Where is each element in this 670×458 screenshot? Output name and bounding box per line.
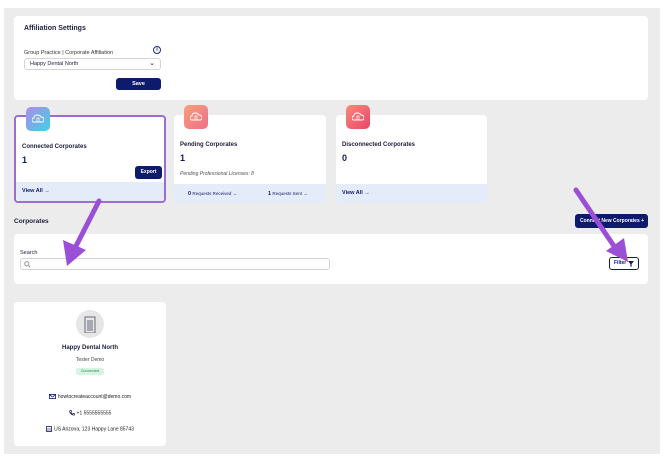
card-footer: 0 Requests Received → 1 Requests Sent →: [174, 184, 326, 203]
affiliation-select[interactable]: Happy Dental North ⌄: [24, 58, 161, 70]
envelope-icon: [48, 394, 56, 400]
building-icon: [84, 316, 96, 333]
card-footer: View All →: [16, 182, 164, 201]
card-count: 0: [342, 153, 348, 163]
pending-licenses-text: Pending Professional Licenses: 8: [180, 171, 254, 177]
affiliation-select-value: Happy Dental North: [30, 61, 79, 67]
requests-sent-count: 1: [268, 191, 272, 197]
card-count: 1: [180, 153, 186, 163]
connected-corporates-card[interactable]: Connected Corporates 1 Export View All →: [14, 107, 166, 203]
card-title: Pending Corporates: [180, 142, 238, 148]
save-button[interactable]: Save: [116, 78, 161, 90]
search-input[interactable]: [20, 258, 330, 270]
export-button[interactable]: Export: [135, 166, 162, 179]
phone-text: +1 5555555555: [76, 410, 112, 417]
corporates-heading: Corporates: [14, 218, 49, 225]
page-background: Affiliation Settings Group Practice | Co…: [4, 8, 660, 454]
requests-received-link[interactable]: 0 Requests Received →: [188, 191, 237, 197]
requests-received-label: Requests Received →: [192, 191, 238, 196]
disconnected-corporates-card: Disconnected Corporates 0 View All →: [336, 105, 487, 203]
email-text: howtocreateaccount@demo.com: [57, 394, 132, 400]
address-text: US Arizona, 123 Happy Lane 85743: [54, 426, 134, 433]
pending-corporates-card: Pending Corporates 1 Pending Professiona…: [174, 105, 326, 203]
view-all-link[interactable]: View All →: [22, 188, 50, 194]
info-icon[interactable]: i: [153, 46, 161, 54]
corporate-result-card[interactable]: Happy Dental North Tester Demo Connected…: [14, 302, 166, 446]
card-title: Disconnected Corporates: [342, 142, 416, 148]
filter-funnel-icon: [628, 261, 634, 267]
search-label: Search: [20, 250, 38, 256]
status-badge: Connected: [76, 368, 104, 375]
requests-received-count: 0: [188, 191, 192, 197]
affiliation-field-label: Group Practice | Corporate Affiliation: [24, 50, 114, 56]
building-cloud-icon: [184, 105, 208, 129]
building-cloud-icon: [26, 107, 50, 131]
address-line: US Arizona, 123 Happy Lane 85743: [14, 426, 166, 432]
building-cloud-icon: [346, 105, 370, 129]
requests-sent-label: Requests Sent →: [272, 191, 308, 196]
affiliation-settings-panel: Affiliation Settings Group Practice | Co…: [14, 16, 648, 100]
phone-line: +1 5555555555: [14, 410, 166, 416]
card-title: Connected Corporates: [22, 144, 87, 150]
search-panel: Search Filter: [14, 234, 648, 284]
connect-new-corporates-button[interactable]: Connect New Corporates +: [575, 214, 648, 228]
requests-sent-link[interactable]: 1 Requests Sent →: [268, 191, 308, 197]
location-building-icon: [46, 426, 53, 432]
filter-label: Filter: [614, 260, 627, 266]
chevron-down-icon: ⌄: [149, 60, 155, 67]
search-icon: [24, 261, 31, 268]
avatar: [76, 310, 104, 338]
phone-icon: [68, 410, 75, 416]
contact-name: Tester Demo: [75, 357, 105, 363]
card-footer: View All →: [336, 184, 487, 203]
affiliation-title: Affiliation Settings: [24, 25, 86, 32]
view-all-link[interactable]: View All →: [342, 190, 370, 196]
card-count: 1: [22, 155, 28, 165]
email-line: howtocreateaccount@demo.com: [14, 394, 166, 400]
corporate-name: Happy Dental North: [61, 345, 118, 351]
filter-button[interactable]: Filter: [609, 257, 639, 270]
